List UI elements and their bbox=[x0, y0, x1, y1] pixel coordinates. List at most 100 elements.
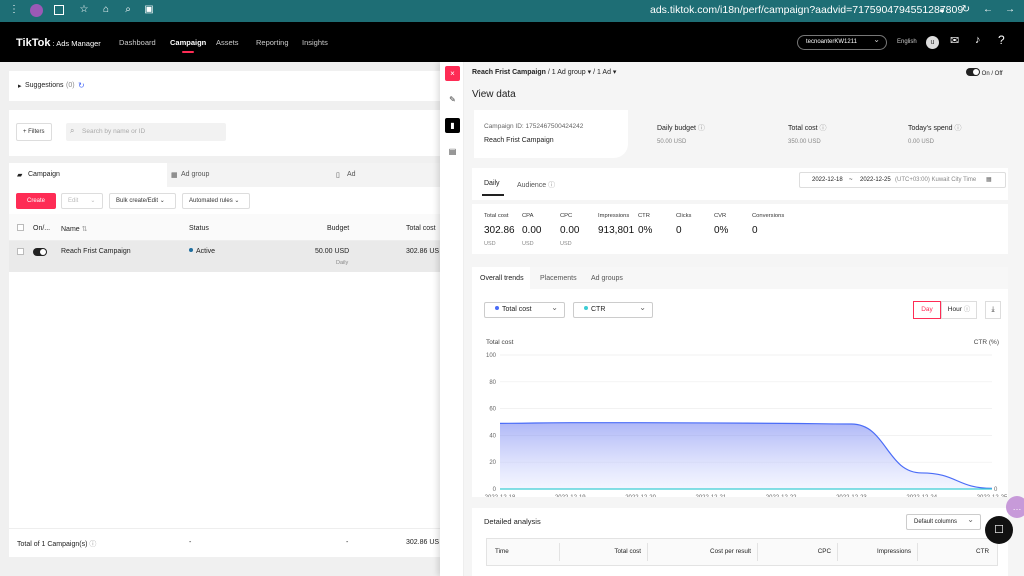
chart-icon[interactable]: ▮ bbox=[445, 118, 460, 133]
col-onoff[interactable]: On/... bbox=[33, 225, 50, 232]
breadcrumb: Reach Frist Campaign / 1 Ad group ▾ / 1 … bbox=[472, 68, 616, 76]
detail-col-header[interactable]: Cost per result bbox=[647, 548, 751, 555]
edit-icon[interactable]: ✎ bbox=[445, 92, 460, 107]
sidebar-icon[interactable] bbox=[54, 5, 64, 15]
metric-value: 0 bbox=[752, 225, 758, 236]
metric1-select[interactable]: Total cost bbox=[484, 301, 565, 318]
y-tick-label: 40 bbox=[489, 433, 496, 439]
account-selector[interactable]: tecnoanterKW1211 bbox=[797, 35, 887, 50]
detail-col-header[interactable]: Impressions bbox=[837, 548, 911, 555]
trend-tab-overall[interactable]: Overall trends bbox=[472, 267, 530, 289]
default-columns-select[interactable]: Default columns bbox=[906, 513, 981, 530]
nav-insights[interactable]: Insights bbox=[302, 38, 328, 47]
tab-daily[interactable]: Daily bbox=[484, 180, 500, 187]
footer-total-cost: 302.86 US bbox=[406, 539, 440, 546]
menu-dots-icon[interactable]: ⋮ bbox=[8, 4, 20, 16]
metric2-select[interactable]: CTR bbox=[573, 301, 653, 318]
row-checkbox[interactable] bbox=[17, 248, 24, 255]
extension-icon[interactable]: ▣ bbox=[143, 4, 155, 16]
reload-icon[interactable]: ↻ bbox=[960, 4, 972, 16]
detail-col-header[interactable]: Total cost bbox=[559, 548, 641, 555]
automated-rules-button[interactable]: Automated rules ⌄ bbox=[182, 193, 250, 209]
breadcrumb-ad[interactable]: / 1 Ad ▾ bbox=[593, 69, 616, 76]
nav-campaign[interactable]: Campaign bbox=[170, 38, 206, 53]
trend-tab-placements[interactable]: Placements bbox=[540, 275, 577, 282]
daily-budget-value: 50.00 USD bbox=[657, 139, 687, 145]
star-icon[interactable]: ☆ bbox=[78, 4, 90, 16]
feedback-icon[interactable]: … bbox=[1006, 496, 1024, 518]
tab-audience[interactable]: Audience ⓘ bbox=[517, 180, 555, 190]
day-button[interactable]: Day bbox=[913, 301, 941, 319]
todays-spend-label: Today's spend ⓘ bbox=[908, 125, 962, 132]
avatar[interactable]: u bbox=[926, 36, 939, 49]
trend-tab-adgroups[interactable]: Ad groups bbox=[591, 275, 623, 282]
detail-col-header[interactable]: CTR bbox=[917, 548, 989, 555]
chat-icon[interactable]: ☐ bbox=[985, 516, 1013, 544]
breadcrumb-campaign[interactable]: Reach Frist Campaign bbox=[472, 69, 546, 76]
search-icon[interactable]: ⌕ bbox=[122, 4, 134, 16]
row-total-cost: 302.86 US bbox=[406, 248, 440, 255]
select-all-checkbox[interactable] bbox=[17, 224, 24, 231]
create-button[interactable]: Create bbox=[16, 193, 56, 209]
col-name[interactable]: Name ⇅ bbox=[61, 225, 88, 233]
nav-assets[interactable]: Assets bbox=[216, 38, 239, 47]
suggestions-count: (0) bbox=[66, 82, 75, 89]
folder-icon: ▰ bbox=[17, 172, 23, 179]
help-icon[interactable]: ? bbox=[998, 33, 1005, 47]
campaign-info: Campaign ID: 1752467500424242 Reach Fris… bbox=[474, 110, 628, 158]
x-tick-label: 2022-12-24 bbox=[906, 495, 937, 497]
search-input[interactable]: ⌕ Search by name or ID bbox=[66, 123, 226, 141]
tab-ad[interactable]: ▯ Ad bbox=[327, 163, 441, 187]
metric-unit: USD bbox=[522, 241, 534, 247]
daily-budget-label: Daily budget ⓘ bbox=[657, 125, 705, 132]
page-title: View data bbox=[472, 89, 516, 100]
breadcrumb-adgroup[interactable]: / 1 Ad group ▾ bbox=[548, 69, 591, 76]
footer-total-label: Total of 1 Campaign(s) ⓘ bbox=[17, 541, 97, 548]
back-icon[interactable]: ← bbox=[982, 4, 994, 16]
search-icon: ⌕ bbox=[70, 126, 75, 135]
detail-col-header[interactable]: CPC bbox=[757, 548, 831, 555]
suggestions-bar[interactable]: ▸ Suggestions (0) ↻ bbox=[9, 71, 441, 101]
row-name[interactable]: Reach Frist Campaign bbox=[61, 248, 131, 255]
onoff-toggle[interactable]: On / Off bbox=[966, 68, 1003, 77]
metric-label: CVR bbox=[714, 213, 727, 219]
forward-icon[interactable]: → bbox=[1004, 4, 1016, 16]
tab-campaign[interactable]: ▰ Campaign bbox=[9, 163, 167, 187]
nav-dashboard[interactable]: Dashboard bbox=[119, 38, 156, 47]
bell-icon[interactable]: ♪ bbox=[975, 34, 981, 46]
series-total-cost-area bbox=[500, 422, 992, 489]
hour-button[interactable]: Hour ⓘ bbox=[941, 301, 977, 319]
download-icon[interactable]: ⤓ bbox=[985, 301, 1001, 319]
bulk-edit-button[interactable]: Bulk create/Edit ⌄ bbox=[109, 193, 176, 209]
col-status[interactable]: Status bbox=[189, 225, 209, 232]
date-range-picker[interactable]: 2022-12-18 ~ 2022-12-25 (UTC+03:00) Kuwa… bbox=[799, 172, 1006, 188]
refresh-icon[interactable]: ↻ bbox=[78, 81, 85, 90]
column-divider bbox=[917, 543, 918, 561]
edit-button[interactable]: Edit ⌄ bbox=[61, 193, 103, 209]
col-total-cost[interactable]: Total cost bbox=[406, 225, 436, 232]
campaign-name: Reach Frist Campaign bbox=[484, 137, 554, 144]
language-selector[interactable]: English bbox=[897, 39, 917, 45]
row-budget: 50.00 USD bbox=[315, 248, 350, 255]
metric-label: Clicks bbox=[676, 213, 692, 219]
home-icon[interactable]: ⌂ bbox=[100, 4, 112, 16]
document-icon[interactable]: ▤ bbox=[445, 144, 460, 159]
col-budget[interactable]: Budget bbox=[327, 225, 349, 232]
y2-tick-label: 0 bbox=[994, 487, 998, 493]
table-row[interactable] bbox=[9, 241, 441, 272]
browser-toolbar: ⋮ ☆ ⌂ ⌕ ▣ ads.tiktok.com/i18n/perf/campa… bbox=[0, 0, 1024, 22]
nav-reporting[interactable]: Reporting bbox=[256, 38, 289, 47]
tiktok-logo[interactable]: TikTok: Ads Manager bbox=[16, 37, 101, 49]
filters-button[interactable]: + Filters bbox=[16, 123, 52, 141]
x-tick-label: 2022-12-18 bbox=[485, 495, 516, 497]
panel-sidebar: × ✎ ▮ ▤ bbox=[440, 62, 464, 576]
row-toggle[interactable] bbox=[33, 248, 47, 256]
mail-icon[interactable]: ✉ bbox=[950, 34, 959, 47]
metric-unit: USD bbox=[560, 241, 572, 247]
tab-ad-group[interactable]: ▦ Ad group bbox=[167, 163, 327, 187]
profile-icon[interactable] bbox=[30, 4, 43, 17]
detail-col-header[interactable]: Time bbox=[495, 548, 561, 555]
close-icon[interactable]: × bbox=[445, 66, 460, 81]
metric-value: 0% bbox=[714, 225, 729, 236]
address-bar[interactable]: ads.tiktok.com/i18n/perf/campaign?aadvid… bbox=[650, 4, 963, 16]
